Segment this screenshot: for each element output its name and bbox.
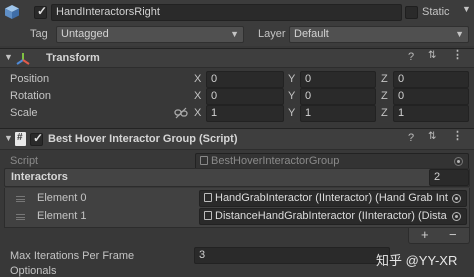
component-enabled-toggle[interactable]: ✓: [30, 131, 44, 146]
element-0-label: Element 0: [37, 192, 87, 204]
element-1-field[interactable]: DistanceHandGrabInteractor (IInteractor)…: [199, 208, 467, 225]
object-picker-icon: [454, 157, 463, 166]
active-toggle[interactable]: ✓: [34, 4, 48, 19]
layer-value: Default: [294, 28, 329, 40]
remove-element-button[interactable]: −: [449, 227, 457, 242]
axis-z-label[interactable]: Z: [381, 73, 388, 85]
add-element-button[interactable]: +: [421, 227, 429, 242]
script-label: Script: [10, 155, 39, 167]
axis-y-label[interactable]: Y: [288, 90, 295, 102]
script-asset-icon: [200, 156, 208, 165]
layer-dropdown[interactable]: Default ▼: [289, 26, 469, 43]
static-toggle[interactable]: [405, 6, 418, 19]
axis-x-label[interactable]: X: [194, 73, 201, 85]
axis-x-label[interactable]: X: [194, 107, 201, 119]
tag-dropdown[interactable]: Untagged ▼: [56, 26, 244, 43]
object-picker-icon[interactable]: [452, 194, 461, 203]
layer-label: Layer: [258, 28, 286, 40]
foldout-arrow-icon[interactable]: ▼: [4, 133, 13, 143]
interactors-size-field[interactable]: 2: [429, 169, 469, 186]
optionals-label: Optionals: [10, 265, 57, 277]
element-1-value: DistanceHandGrabInteractor (IInteractor)…: [215, 210, 447, 222]
constrain-proportions-icon[interactable]: [174, 107, 188, 119]
drag-handle-icon[interactable]: [16, 214, 25, 220]
rotation-label: Rotation: [10, 90, 51, 102]
chevron-down-icon: ▼: [230, 29, 239, 39]
list-footer: + −: [408, 227, 470, 244]
gameobject-icon: [4, 4, 20, 20]
max-iterations-label: Max Iterations Per Frame: [10, 250, 135, 262]
drag-handle-icon[interactable]: [16, 196, 25, 202]
component-title: Best Hover Interactor Group (Script): [48, 133, 238, 145]
scale-x-field[interactable]: 1: [206, 105, 284, 122]
checkmark-icon: ✓: [33, 131, 44, 145]
interactors-list-header[interactable]: Interactors 2: [4, 168, 470, 187]
position-x-field[interactable]: 0: [206, 71, 284, 88]
scale-z-field[interactable]: 1: [393, 105, 469, 122]
script-asset-icon: [204, 193, 212, 202]
script-asset-icon: [204, 211, 212, 220]
context-menu-icon[interactable]: ⋮: [452, 129, 463, 142]
object-picker-icon[interactable]: [452, 212, 461, 221]
tag-label: Tag: [30, 28, 48, 40]
interactors-label: Interactors: [11, 171, 68, 183]
context-menu-icon[interactable]: ⋮: [452, 48, 463, 61]
script-component-header[interactable]: ▼ # ✓ Best Hover Interactor Group (Scrip…: [0, 128, 474, 150]
element-1-label: Element 1: [37, 210, 87, 222]
script-value: BestHoverInteractorGroup: [211, 155, 340, 167]
transform-title: Transform: [46, 52, 100, 64]
help-icon[interactable]: ?: [408, 51, 414, 63]
axis-z-label[interactable]: Z: [381, 90, 388, 102]
tag-layer-row: Tag Untagged ▼ Layer Default ▼: [0, 26, 474, 46]
axis-y-label[interactable]: Y: [288, 107, 295, 119]
static-dropdown-icon[interactable]: ▼: [462, 4, 471, 14]
object-name-field[interactable]: HandInteractorsRight: [51, 4, 402, 21]
help-icon[interactable]: ?: [408, 132, 414, 144]
checkmark-icon: ✓: [37, 4, 48, 18]
rotation-z-field[interactable]: 0: [393, 88, 469, 105]
tag-value: Untagged: [61, 28, 109, 40]
scale-label: Scale: [10, 107, 38, 119]
axis-x-label[interactable]: X: [194, 90, 201, 102]
transform-header[interactable]: ▼ Transform ? ⇅ ⋮: [0, 48, 474, 68]
interactors-list-body: Element 0 HandGrabInteractor (IInteracto…: [4, 188, 470, 228]
presets-icon[interactable]: ⇅: [428, 50, 436, 61]
foldout-arrow-icon[interactable]: ▼: [4, 52, 13, 62]
element-0-field[interactable]: HandGrabInteractor (IInteractor) (Hand G…: [199, 190, 467, 207]
scale-y-field[interactable]: 1: [300, 105, 376, 122]
axis-y-label[interactable]: Y: [288, 73, 295, 85]
axis-z-label[interactable]: Z: [381, 107, 388, 119]
position-z-field[interactable]: 0: [393, 71, 469, 88]
rotation-x-field[interactable]: 0: [206, 88, 284, 105]
static-label: Static: [422, 6, 450, 18]
chevron-down-icon: ▼: [455, 29, 464, 39]
watermark-text: 知乎 @YY-XR: [376, 253, 458, 268]
position-label: Position: [10, 73, 50, 85]
max-iterations-field[interactable]: 3: [194, 247, 390, 264]
transform-icon: [16, 52, 30, 66]
element-0-value: HandGrabInteractor (IInteractor) (Hand G…: [215, 192, 448, 204]
rotation-y-field[interactable]: 0: [300, 88, 376, 105]
position-y-field[interactable]: 0: [300, 71, 376, 88]
object-header: ✓ HandInteractorsRight Static ▼: [0, 0, 474, 26]
script-file-icon: #: [15, 132, 26, 146]
presets-icon[interactable]: ⇅: [428, 131, 436, 142]
